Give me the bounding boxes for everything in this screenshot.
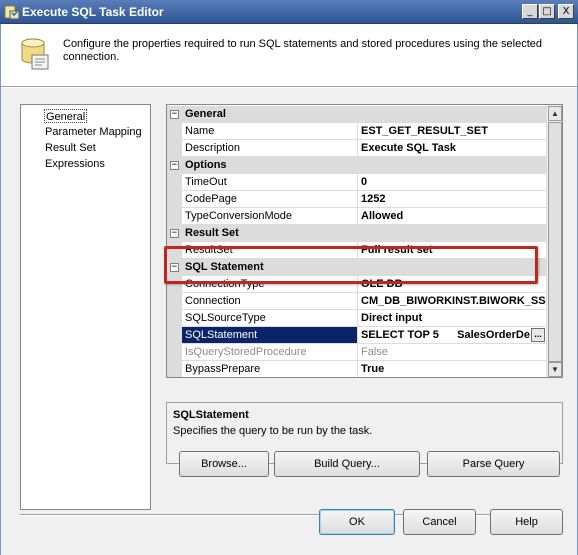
property-value[interactable]: CM_DB_BIWORKINST.BIWORK_SS xyxy=(358,293,547,310)
property-row-description[interactable]: Description Execute SQL Task xyxy=(167,140,547,157)
collapse-icon[interactable]: − xyxy=(170,161,179,170)
property-row-timeout[interactable]: TimeOut 0 xyxy=(167,174,547,191)
page-navigation-list[interactable]: General Parameter Mapping Result Set Exp… xyxy=(20,104,151,510)
property-value[interactable]: Allowed xyxy=(358,208,547,225)
help-button[interactable]: Help xyxy=(490,509,563,535)
nav-item-parameter-mapping[interactable]: Parameter Mapping xyxy=(44,125,143,139)
nav-item-general[interactable]: General xyxy=(44,109,88,123)
parse-query-button[interactable]: Parse Query xyxy=(427,451,560,477)
property-row-name[interactable]: Name EST_GET_RESULT_SET xyxy=(167,123,547,140)
database-task-icon xyxy=(21,38,49,70)
category-general[interactable]: − General xyxy=(167,106,547,123)
category-label: Options xyxy=(185,159,227,171)
result-set-highlight-annotation xyxy=(164,246,538,284)
property-grid[interactable]: − General Name EST_GET_RESULT_SET Descri… xyxy=(166,104,563,378)
edit-sql-statement-button[interactable]: ... xyxy=(531,328,545,342)
property-name: Description xyxy=(182,140,357,157)
vertical-scrollbar[interactable]: ▲ ▼ xyxy=(546,105,562,377)
property-name: Name xyxy=(182,123,357,140)
property-row-is-query-stored-procedure[interactable]: IsQueryStoredProcedure False xyxy=(167,344,547,361)
property-name: BypassPrepare xyxy=(182,361,357,377)
property-row-sql-source-type[interactable]: SQLSourceType Direct input xyxy=(167,310,547,327)
category-options[interactable]: − Options xyxy=(167,157,547,174)
scrollbar-thumb[interactable] xyxy=(548,122,562,362)
property-row-bypass-prepare[interactable]: BypassPrepare True xyxy=(167,361,547,377)
browse-button[interactable]: Browse... xyxy=(179,451,269,477)
description-title: SQLStatement xyxy=(173,409,249,421)
property-row-sql-statement[interactable]: SQLStatement SELECT TOP 5 SalesOrderDe .… xyxy=(167,327,547,344)
nav-item-result-set[interactable]: Result Set xyxy=(44,141,97,155)
description-text: Specifies the query to be run by the tas… xyxy=(173,425,373,437)
property-value: False xyxy=(358,344,547,361)
ok-button[interactable]: OK xyxy=(319,509,395,535)
property-name: SQLSourceType xyxy=(182,310,357,327)
category-result-set[interactable]: − Result Set xyxy=(167,225,547,242)
property-value[interactable]: SELECT TOP 5 SalesOrderDe xyxy=(358,327,547,344)
collapse-icon[interactable]: − xyxy=(170,229,179,238)
property-value[interactable]: 1252 xyxy=(358,191,547,208)
nav-item-expressions[interactable]: Expressions xyxy=(44,157,106,171)
minimize-button[interactable]: _ xyxy=(522,4,538,19)
property-name: CodePage xyxy=(182,191,357,208)
build-query-button[interactable]: Build Query... xyxy=(274,451,420,477)
header-description: Configure the properties required to run… xyxy=(63,38,542,63)
maximize-button[interactable]: □ xyxy=(539,4,555,19)
scroll-down-arrow-icon[interactable]: ▼ xyxy=(548,362,562,377)
property-name: TimeOut xyxy=(182,174,357,191)
header-divider xyxy=(1,86,577,88)
property-row-type-conversion-mode[interactable]: TypeConversionMode Allowed xyxy=(167,208,547,225)
property-row-connection[interactable]: Connection CM_DB_BIWORKINST.BIWORK_SS xyxy=(167,293,547,310)
scroll-up-arrow-icon[interactable]: ▲ xyxy=(548,106,562,121)
cancel-button[interactable]: Cancel xyxy=(403,509,476,535)
dialog-body: Configure the properties required to run… xyxy=(0,24,578,555)
close-button[interactable]: X xyxy=(558,4,574,19)
category-label: General xyxy=(185,108,226,120)
property-name: Connection xyxy=(182,293,357,310)
window-title: Execute SQL Task Editor xyxy=(22,5,164,19)
property-value[interactable]: EST_GET_RESULT_SET xyxy=(358,123,547,140)
property-value[interactable]: True xyxy=(358,361,547,377)
title-bar[interactable]: Execute SQL Task Editor _ □ X xyxy=(0,0,578,24)
property-name: SQLStatement xyxy=(182,327,357,344)
collapse-icon[interactable]: − xyxy=(170,110,179,119)
execute-sql-task-icon xyxy=(4,5,20,20)
property-name: TypeConversionMode xyxy=(182,208,357,225)
property-row-codepage[interactable]: CodePage 1252 xyxy=(167,191,547,208)
dialog-header: Configure the properties required to run… xyxy=(1,24,577,86)
property-name: IsQueryStoredProcedure xyxy=(182,344,357,361)
property-value[interactable]: Direct input xyxy=(358,310,547,327)
property-value[interactable]: 0 xyxy=(358,174,547,191)
category-label: Result Set xyxy=(185,227,239,239)
property-value[interactable]: Execute SQL Task xyxy=(358,140,547,157)
footer-divider xyxy=(20,514,563,516)
